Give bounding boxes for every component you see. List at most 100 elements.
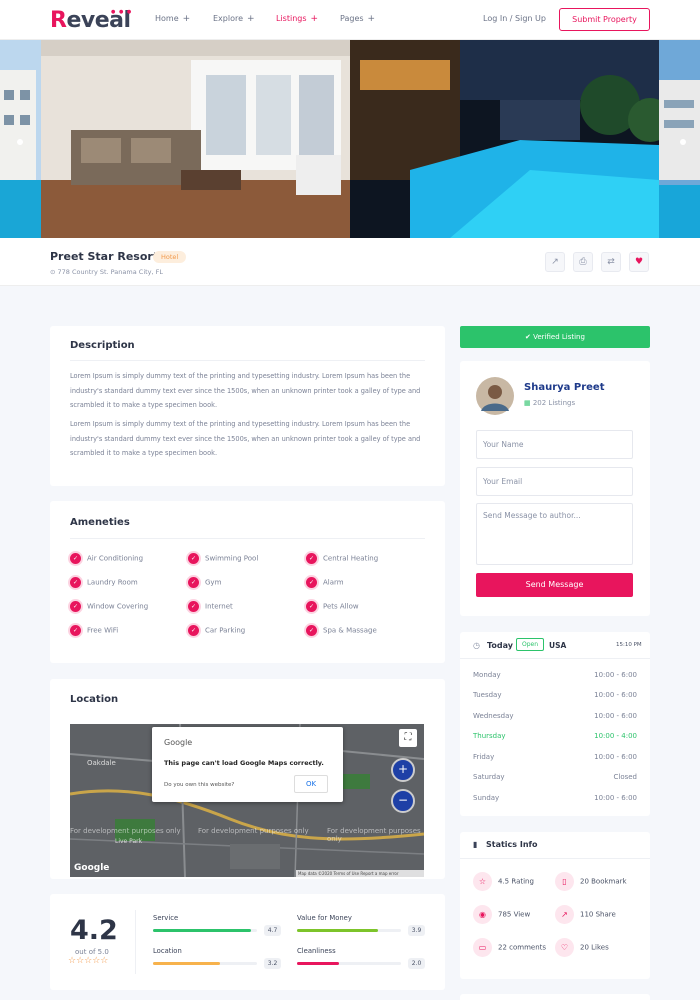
amenity-item: ✓ Swimming Pool: [188, 553, 258, 564]
logo-dots-icon: ● ● ●: [111, 9, 133, 15]
rating-label: Location: [153, 947, 182, 955]
listing-title-bar: Preet Star Resort Hotel ⊙ 778 Country St…: [0, 238, 700, 286]
hours-row: Saturday Closed: [473, 773, 637, 781]
stat-comments: ▭ 22 comments: [473, 938, 546, 957]
amenity-item: ✓ Pets Allow: [306, 601, 359, 612]
zoom-in-button[interactable]: +: [391, 758, 415, 782]
top-header: Reveal ● ● ● Home + Explore + Listings + Pa…: [0, 0, 700, 40]
nav-listings[interactable]: Listings +: [276, 14, 318, 24]
check-icon: ✓: [70, 625, 81, 636]
map-watermark: For development purposes only: [327, 827, 421, 843]
check-icon: ✓: [188, 625, 199, 636]
share-icon: ↗: [551, 257, 559, 267]
favorite-button[interactable]: ♥: [629, 252, 649, 272]
rating-bar-fill: [153, 929, 251, 932]
divider: [70, 538, 425, 539]
heart-icon: ♡: [555, 938, 574, 957]
map-place-label: Oakdale: [87, 759, 116, 767]
check-icon: ✓: [188, 577, 199, 588]
google-logo: Google: [164, 738, 193, 747]
message-textarea[interactable]: Send Message to author...: [476, 503, 633, 565]
current-time: 15:10 PM: [616, 642, 642, 648]
agent-name[interactable]: Shaurya Preet: [524, 382, 604, 393]
next-arrow-icon: [680, 139, 686, 145]
share-button[interactable]: ↗: [545, 252, 565, 272]
listing-address: ⊙ 778 Country St. Panama City, FL: [50, 268, 164, 276]
login-signup-link[interactable]: Log In / Sign Up: [483, 14, 546, 23]
hours-row: Tuesday 10:00 - 6:00: [473, 691, 637, 699]
share-icon: ↗: [555, 905, 574, 924]
google-map[interactable]: Oakdale Live Park For development purpos…: [70, 724, 424, 877]
bar-chart-icon: ▮: [473, 840, 478, 849]
gallery-image-right[interactable]: [659, 40, 700, 238]
rating-label: Value for Money: [297, 914, 352, 922]
submit-property-button[interactable]: Submit Property: [559, 8, 650, 31]
check-icon: ✓: [306, 553, 317, 564]
grid-icon: ▦: [524, 399, 533, 407]
amenity-item: ✓ Free WiFi: [70, 625, 118, 636]
rating-label: Service: [153, 914, 179, 922]
hours-row: Monday 10:00 - 6:00: [473, 671, 637, 679]
listing-title: Preet Star Resort: [50, 250, 159, 263]
google-logo: Google: [74, 863, 110, 873]
divider: [460, 858, 650, 859]
zoom-out-button[interactable]: −: [391, 789, 415, 813]
rating-bar-fill: [297, 962, 339, 965]
gallery-image-pool[interactable]: [350, 40, 659, 238]
map-watermark: For development purposes only: [70, 827, 181, 835]
hours-row: Wednesday 10:00 - 6:00: [473, 712, 637, 720]
opening-hours-card: ◷ Today Open USA 15:10 PM: [460, 632, 650, 816]
map-ok-button[interactable]: OK: [294, 775, 328, 793]
amenity-item: ✓ Car Parking: [188, 625, 245, 636]
divider: [70, 360, 425, 361]
stat-views: ◉ 785 View: [473, 905, 530, 924]
stat-rating: ☆ 4.5 Rating: [473, 872, 534, 891]
rating-value: 3.9: [408, 925, 425, 936]
eye-icon: ◉: [473, 905, 492, 924]
amenity-item: ✓ Internet: [188, 601, 233, 612]
country-label: USA: [549, 641, 567, 650]
map-watermark: For development purposes only: [198, 827, 309, 835]
print-button[interactable]: ⎙: [573, 252, 593, 272]
map-pin-icon: ⊙: [50, 268, 58, 276]
rating-bar: [153, 962, 257, 965]
rating-value: 2.0: [408, 958, 425, 969]
divider: [460, 658, 650, 659]
verified-listing-banner: ✔ Verified Listing: [460, 326, 650, 348]
fullscreen-icon[interactable]: ⛶: [399, 729, 417, 747]
amenities-card: Ameneties ✓ Air Conditioning ✓ Swimming Po…: [50, 501, 445, 663]
next-card: [460, 994, 650, 1000]
check-icon: ✓: [188, 601, 199, 612]
hours-row: Friday 10:00 - 6:00: [473, 753, 637, 761]
overall-rating: 4.2: [70, 915, 118, 946]
amenity-item: ✓ Alarm: [306, 577, 344, 588]
email-input[interactable]: Your Email: [476, 467, 633, 496]
stats-heading: Statics Info: [486, 840, 538, 849]
check-icon: ✓: [70, 553, 81, 564]
avatar[interactable]: [476, 377, 514, 415]
gallery-image-left[interactable]: [0, 40, 41, 238]
compare-button[interactable]: ⇄: [601, 252, 621, 272]
rating-bar-fill: [297, 929, 379, 932]
nav-explore[interactable]: Explore +: [213, 14, 255, 24]
nav-home[interactable]: Home +: [155, 14, 190, 24]
check-icon: ✓: [188, 553, 199, 564]
print-icon: ⎙: [579, 257, 587, 267]
amenity-item: ✓ Spa & Massage: [306, 625, 377, 636]
name-input[interactable]: Your Name: [476, 430, 633, 459]
rating-out-of: out of 5.0: [75, 948, 109, 956]
send-message-button[interactable]: Send Message: [476, 573, 633, 597]
map-error-dialog: Google This page can't load Google Maps …: [152, 727, 343, 802]
map-place-label: Live Park: [115, 838, 143, 845]
hours-row-today: Thursday 10:00 - 4:00: [473, 732, 637, 740]
nav-pages[interactable]: Pages +: [340, 14, 375, 24]
amenity-item: ✓ Gym: [188, 577, 221, 588]
gallery-image-living-room[interactable]: [41, 40, 350, 238]
map-footer: Map data ©2020 Terms of Use Report a map…: [296, 870, 424, 877]
description-paragraph: Lorem Ipsum is simply dummy text of the …: [70, 420, 421, 457]
photo-gallery: [0, 40, 700, 238]
check-icon: ✓: [70, 577, 81, 588]
star-icon: ☆: [473, 872, 492, 891]
map-own-site-text: Do you own this website?: [164, 782, 235, 788]
hours-row: Sunday 10:00 - 6:00: [473, 794, 637, 802]
